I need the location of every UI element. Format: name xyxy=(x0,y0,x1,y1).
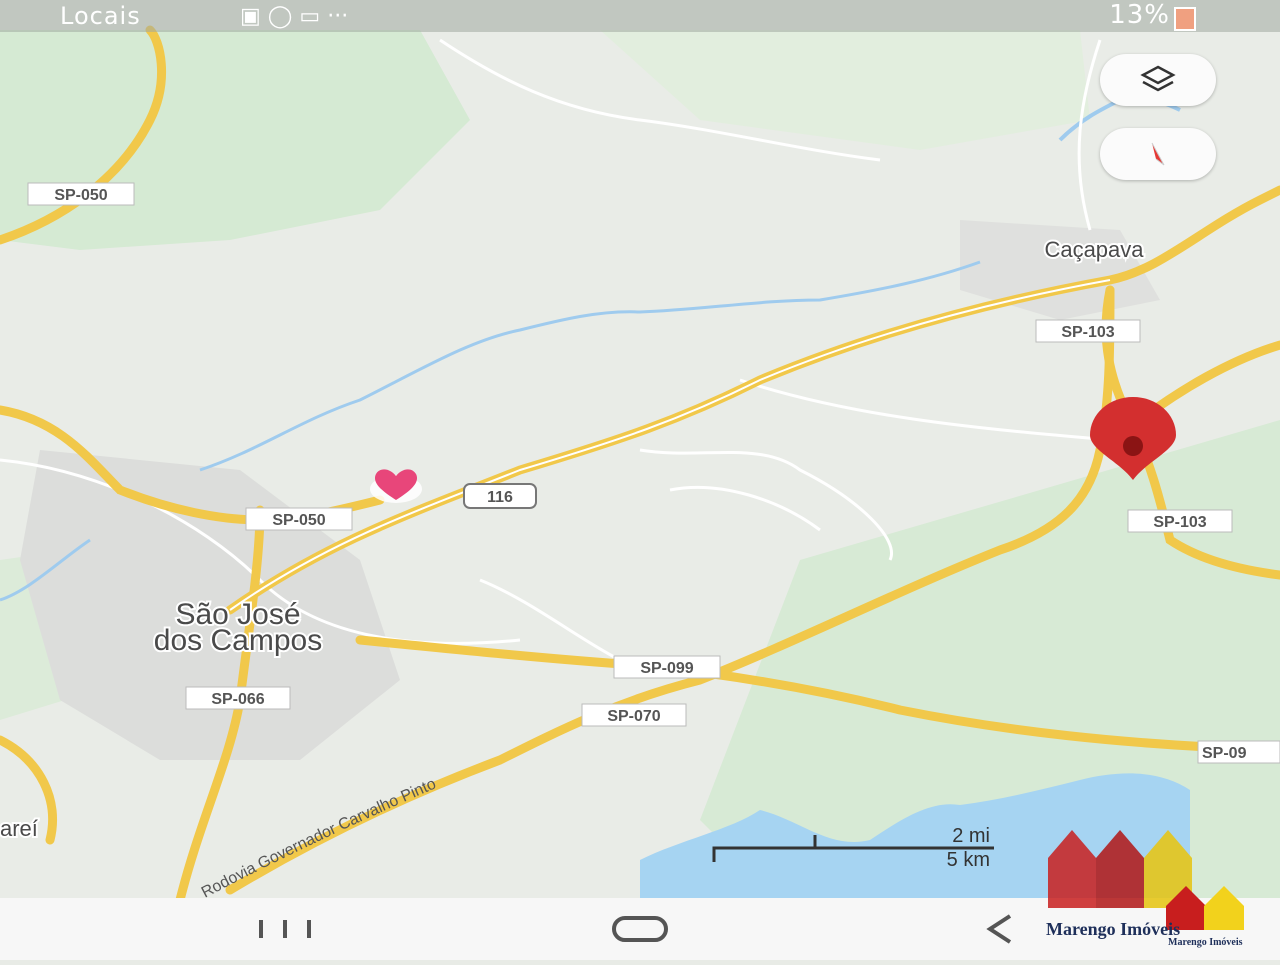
compass-button[interactable] xyxy=(1100,128,1216,180)
shield-sp099-mid: SP-099 xyxy=(613,655,721,679)
city-label-cacapava: Caçapava xyxy=(1044,237,1144,262)
more-icon: ··· xyxy=(327,4,349,29)
svg-text:Marengo Imóveis: Marengo Imóveis xyxy=(1168,937,1243,948)
svg-text:SP-070: SP-070 xyxy=(607,708,660,725)
layers-button[interactable] xyxy=(1100,54,1216,106)
city-label-sao-jose-2: dos Campos xyxy=(154,624,322,657)
shield-sp066: SP-066 xyxy=(185,686,291,710)
back-icon xyxy=(986,914,1012,944)
svg-text:SP-103: SP-103 xyxy=(1153,514,1206,531)
svg-text:SP-050: SP-050 xyxy=(54,187,107,204)
image-icon: ▣ xyxy=(240,4,261,29)
recents-button[interactable] xyxy=(245,906,325,952)
home-icon xyxy=(612,916,668,942)
recents-icon xyxy=(259,920,311,938)
status-notification-icons: ▣ ◯ ▭ ··· xyxy=(240,4,348,29)
shield-sp050-mid: SP-050 xyxy=(245,507,353,531)
watermark-logo: Marengo Imóveis Marengo Imóveis xyxy=(1040,820,1280,960)
svg-text:SP-099: SP-099 xyxy=(640,660,693,677)
svg-text:SP-09: SP-09 xyxy=(1202,745,1247,762)
layers-icon xyxy=(1140,65,1176,92)
compass-icon xyxy=(1151,142,1165,166)
back-button[interactable] xyxy=(960,906,1040,952)
status-bar: Locais ▣ ◯ ▭ ··· 13% xyxy=(0,0,1280,32)
battery-icon xyxy=(1174,7,1196,31)
svg-text:SP-103: SP-103 xyxy=(1061,324,1114,341)
status-carrier-text: Locais xyxy=(60,2,141,30)
svg-text:SP-066: SP-066 xyxy=(211,691,264,708)
shield-br116: 116 xyxy=(463,483,537,509)
city-label-jacarei: areí xyxy=(0,816,38,841)
folder-icon: ▭ xyxy=(299,4,321,29)
shield-sp050-top: SP-050 xyxy=(27,182,135,206)
home-button[interactable] xyxy=(600,906,680,952)
marengo-logo-icon: Marengo Imóveis Marengo Imóveis xyxy=(1046,830,1244,948)
svg-text:SP-050: SP-050 xyxy=(272,512,325,529)
whatsapp-icon: ◯ xyxy=(267,4,293,29)
shield-sp103-top: SP-103 xyxy=(1035,319,1141,343)
status-battery-text: 13% xyxy=(1109,0,1170,30)
map-canvas[interactable]: SP-050 SP-050 116 SP-103 SP-103 SP-099 S… xyxy=(0,0,1280,960)
svg-text:5 km: 5 km xyxy=(947,849,990,871)
svg-text:116: 116 xyxy=(487,489,513,506)
shield-sp070: SP-070 xyxy=(581,703,687,727)
shield-sp099-right: SP-09 xyxy=(1197,740,1280,764)
svg-text:2 mi: 2 mi xyxy=(952,825,990,847)
shield-sp103-bottom: SP-103 xyxy=(1127,509,1233,533)
svg-text:Marengo Imóveis: Marengo Imóveis xyxy=(1046,919,1180,939)
